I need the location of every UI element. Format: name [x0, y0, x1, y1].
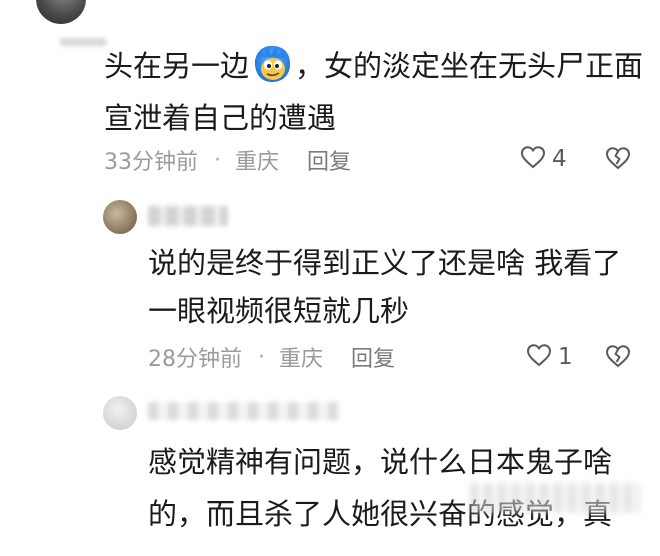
username-blurred: [148, 206, 228, 226]
comment-text-part-1: 头在另一边: [104, 49, 250, 83]
reply-button[interactable]: 回复: [307, 144, 351, 176]
username-blurred: [148, 402, 338, 420]
avatar[interactable]: [36, 0, 86, 24]
location: 重庆: [279, 347, 324, 372]
comment-text: 头在另一边 ，女的淡定坐在无头尸正面宣泄着自己的遭遇: [104, 40, 649, 144]
comment-meta: 33分钟前 · 重庆 回复: [104, 144, 351, 176]
dislike-button[interactable]: [605, 344, 631, 372]
heart-outline-icon: [526, 343, 552, 371]
heart-outline-icon: [520, 145, 546, 173]
location: 重庆: [235, 150, 280, 175]
timestamp: 33分钟前: [104, 150, 198, 175]
broken-heart-icon: [605, 345, 631, 372]
reply-text: 说的是终于得到正义了还是啥 我看了一眼视频很短就几秒: [148, 246, 622, 328]
like-count: 4: [552, 146, 567, 172]
reply-button[interactable]: 回复: [351, 341, 395, 373]
avatar[interactable]: [103, 200, 137, 234]
like-button[interactable]: 1: [526, 343, 573, 371]
comment-section: 头在另一边 ，女的淡定坐在无头尸正面宣泄着自己的遭遇 33分钟前 · 重庆 回复…: [0, 0, 660, 556]
dislike-button[interactable]: [605, 146, 631, 174]
cartoon-face-emoji-icon: [251, 43, 293, 85]
meta-separator: ·: [258, 344, 265, 370]
timestamp: 28分钟前: [148, 347, 242, 372]
avatar[interactable]: [103, 396, 137, 430]
reply-meta: 28分钟前 · 重庆 回复: [148, 341, 395, 373]
meta-separator: ·: [214, 147, 221, 173]
like-button[interactable]: 4: [520, 145, 567, 173]
like-count: 1: [558, 344, 573, 370]
broken-heart-icon: [605, 147, 631, 174]
watermark-blur: [470, 483, 640, 513]
username-blurred: [60, 38, 106, 46]
